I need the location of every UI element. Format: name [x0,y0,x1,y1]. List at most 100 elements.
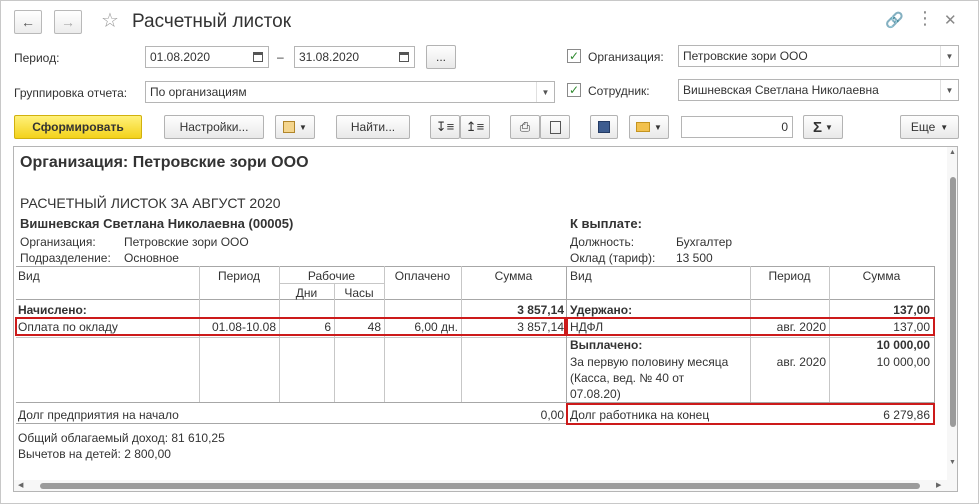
floppy-disk-icon [598,121,610,133]
date-to-value: 31.08.2020 [299,50,360,64]
report-document: Организация: Петровские зори ООО РАСЧЕТН… [13,146,958,492]
report-variants-icon [283,121,296,133]
highlight-withholding-row [566,317,935,336]
scroll-right-icon[interactable]: ▶ [936,481,941,489]
send-email-button[interactable]: ▼ [629,115,669,139]
more-button-label: Еще [910,120,936,134]
printer-icon: ⎙ [519,119,531,134]
chevron-down-icon: ▼ [825,122,833,132]
grouping-label: Группировка отчета: [14,86,128,100]
col-line [334,283,335,402]
report-window: ← → ☆ Расчетный листок 🔗 ⋮ ✕ Период: 01.… [0,0,979,504]
paid-out-label: Выплачено: [570,338,643,352]
info-dept-label: Подразделение: [20,251,111,265]
sum-field[interactable]: 0 [681,116,793,138]
scroll-down-icon[interactable]: ▼ [949,459,956,466]
close-icon[interactable]: ✕ [944,13,957,29]
salary-label: Оклад (тариф): [570,251,656,265]
highlight-debt-end-row [566,403,935,425]
vertical-scroll-thumb[interactable] [950,177,956,427]
col-header-period-right: Период [768,269,811,283]
info-dept-value: Основное [124,251,179,265]
date-to-field[interactable]: 31.08.2020 [294,46,415,68]
scroll-left-icon[interactable]: ◀ [18,481,23,489]
link-icon[interactable]: 🔗 [885,13,904,29]
payout-sum: 10 000,00 [876,355,930,369]
employee-select[interactable]: Вишневская Светлана Николаевна ▼ [678,79,959,101]
payout-period: авг. 2020 [776,355,826,369]
row-line [16,337,934,338]
expand-groups-button[interactable]: ↧≡ [430,115,460,139]
table-header-bottom-line [16,299,934,300]
preview-button[interactable] [540,115,570,139]
save-button[interactable] [590,115,618,139]
forward-button[interactable]: → [54,10,82,34]
payout-description-line3: 07.08.20) [570,387,621,401]
col-header-paid: Оплачено [394,269,451,283]
more-menu-icon[interactable]: ⋮ [916,9,934,27]
find-button[interactable]: Найти... [336,115,410,139]
info-org-value: Петровские зори ООО [124,235,249,249]
col-header-kind: Вид [18,269,40,283]
sort-desc-icon: ↧≡ [435,119,455,134]
generate-button[interactable]: Сформировать [14,115,142,139]
chevron-down-icon[interactable]: ▼ [940,46,958,66]
payout-description-line1: За первую половину месяца [570,355,729,369]
chevron-down-icon[interactable]: ▼ [940,80,958,100]
horizontal-scroll-thumb[interactable] [40,483,920,489]
variants-button[interactable]: ▼ [275,115,315,139]
grouping-select[interactable]: По организациям ▼ [145,81,555,103]
debt-start-value: 0,00 [540,408,564,422]
page-title: Расчетный листок [132,11,292,32]
back-button[interactable]: ← [14,10,42,34]
org-label: Организация: [588,50,664,64]
sigma-icon: Σ [813,118,823,136]
date-dash: – [277,50,284,64]
more-button[interactable]: Еще ▼ [900,115,959,139]
calendar-from-button[interactable] [248,47,268,67]
arrow-right-icon: → [61,14,75,30]
date-from-field[interactable]: 01.08.2020 [145,46,269,68]
position-value: Бухгалтер [676,235,733,249]
report-employee-name: Вишневская Светлана Николаевна (00005) [20,216,294,231]
org-checkbox[interactable]: ✓ [567,49,581,63]
to-pay-label: К выплате: [570,216,642,231]
sort-asc-icon: ↥≡ [465,119,485,134]
report-sheet-title: РАСЧЕТНЫЙ ЛИСТОК ЗА АВГУСТ 2020 [20,195,281,211]
settings-button[interactable]: Настройки... [164,115,264,139]
collapse-groups-button[interactable]: ↥≡ [460,115,490,139]
calendar-to-button[interactable] [394,47,414,67]
accrued-label: Начислено: [18,303,87,317]
sum-type-button[interactable]: Σ ▼ [803,115,843,139]
info-org-label: Организация: [20,235,96,249]
col-header-days: Дни [295,286,318,300]
chevron-down-icon: ▼ [940,122,949,132]
highlight-accrual-row [15,317,566,336]
calendar-icon [399,52,409,62]
working-sub-line [279,283,384,284]
date-from-value: 01.08.2020 [150,50,211,64]
chevron-down-icon: ▼ [299,122,307,132]
calendar-icon [253,52,263,62]
col-header-working: Рабочие [307,269,356,283]
child-deductions: Вычетов на детей: 2 800,00 [18,447,171,461]
print-preview-icon [549,120,561,134]
employee-checkbox[interactable]: ✓ [567,83,581,97]
col-header-period: Период [217,269,261,283]
payout-description-line2: (Касса, вед. № 40 от [570,371,685,385]
chevron-down-icon[interactable]: ▼ [536,82,554,102]
org-select[interactable]: Петровские зори ООО ▼ [678,45,959,67]
period-select-button[interactable]: ... [426,45,456,69]
col-header-hours: Часы [344,286,374,300]
col-line [566,266,567,423]
scroll-up-icon[interactable]: ▲ [949,149,956,156]
print-button[interactable]: ⎙ [510,115,540,139]
favorite-star-icon[interactable]: ☆ [101,10,119,32]
grouping-value: По организациям [150,85,247,99]
col-line [934,266,935,423]
position-label: Должность: [570,235,635,249]
accrued-total: 3 857,14 [517,303,564,317]
org-value: Петровские зори ООО [683,49,808,63]
col-header-sum: Сумма [494,269,533,283]
debt-start-label: Долг предприятия на начало [18,408,179,422]
